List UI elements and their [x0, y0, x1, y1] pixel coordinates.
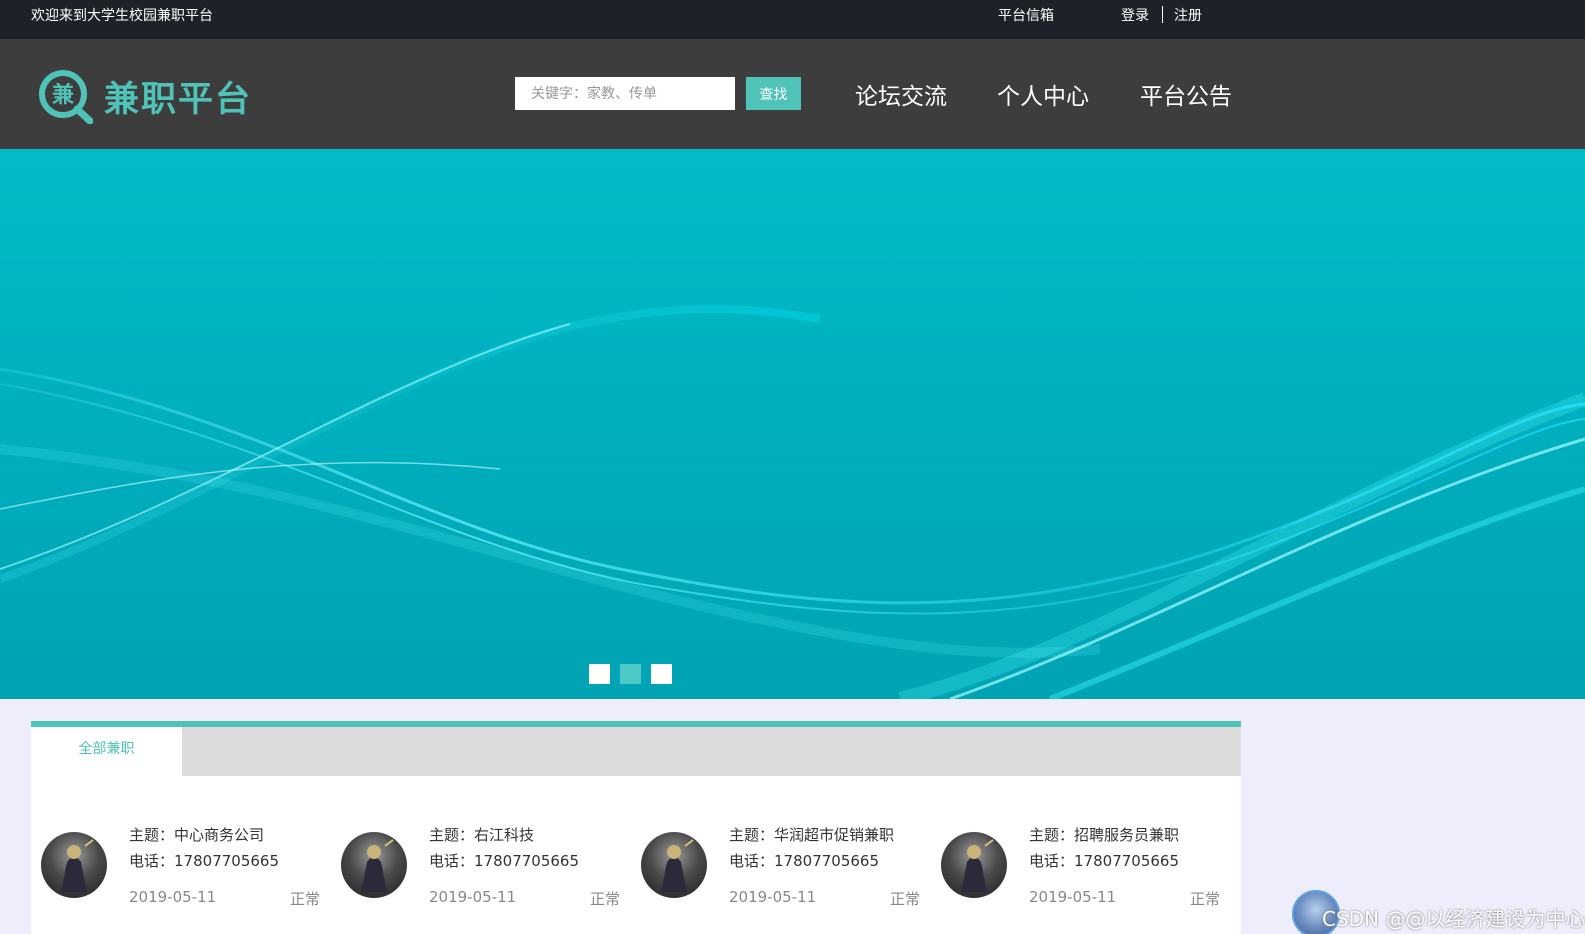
watermark-text: CSDN @@以经济建设为中心 — [1322, 907, 1585, 931]
top-bar: 欢迎来到大学生校园兼职平台 平台信箱 登录 注册 — [0, 0, 1585, 39]
header: 兼 兼职平台 查找 论坛交流 个人中心 平台公告 — [0, 39, 1585, 149]
carousel-dot-1[interactable] — [589, 664, 610, 684]
job-status: 正常 — [890, 890, 921, 908]
search-button[interactable]: 查找 — [746, 77, 801, 110]
tab-all-jobs[interactable]: 全部兼职 — [31, 727, 182, 776]
job-phone: 电话：17807705665 — [129, 852, 279, 870]
logo-magnifier-icon[interactable]: 兼 — [37, 68, 94, 125]
job-phone: 电话：17807705665 — [1029, 852, 1179, 870]
job-date: 2019-05-11 — [729, 888, 817, 906]
login-link[interactable]: 登录 — [1121, 5, 1149, 25]
banner-wave-graphic — [0, 305, 1585, 699]
job-date: 2019-05-11 — [129, 888, 217, 906]
nav-personal-center[interactable]: 个人中心 — [997, 77, 1089, 111]
carousel-dot-2[interactable] — [620, 664, 641, 684]
platform-mailbox-link[interactable]: 平台信箱 — [998, 5, 1054, 25]
avatar — [341, 832, 407, 898]
job-subject: 主题：中心商务公司 — [129, 826, 265, 844]
search-input[interactable] — [515, 77, 735, 110]
logo-text[interactable]: 兼职平台 — [104, 71, 252, 122]
job-card[interactable]: 主题：华润超市促销兼职 电话：17807705665 2019-05-11 正常 — [631, 817, 921, 927]
job-subject: 主题：右江科技 — [429, 826, 535, 844]
job-status: 正常 — [590, 890, 621, 908]
job-subject: 主题：华润超市促销兼职 — [729, 826, 895, 844]
job-card[interactable]: 主题：中心商务公司 电话：17807705665 2019-05-11 正常 — [31, 817, 321, 927]
nav-announcements[interactable]: 平台公告 — [1140, 77, 1232, 111]
job-date: 2019-05-11 — [1029, 888, 1117, 906]
job-subject: 主题：招聘服务员兼职 — [1029, 826, 1180, 844]
welcome-text: 欢迎来到大学生校园兼职平台 — [31, 8, 213, 24]
avatar — [641, 832, 707, 898]
avatar — [41, 832, 107, 898]
job-phone: 电话：17807705665 — [429, 852, 579, 870]
avatar — [941, 832, 1007, 898]
job-date: 2019-05-11 — [429, 888, 517, 906]
job-status: 正常 — [290, 890, 321, 908]
job-phone: 电话：17807705665 — [729, 852, 879, 870]
banner-carousel[interactable] — [0, 149, 1585, 699]
divider — [1162, 6, 1163, 23]
register-link[interactable]: 注册 — [1174, 5, 1202, 25]
carousel-dot-3[interactable] — [651, 664, 672, 684]
job-status: 正常 — [1190, 890, 1221, 908]
job-card[interactable]: 主题：右江科技 电话：17807705665 2019-05-11 正常 — [331, 817, 621, 927]
nav-forum[interactable]: 论坛交流 — [855, 77, 947, 111]
job-card[interactable]: 主题：招聘服务员兼职 电话：17807705665 2019-05-11 正常 — [931, 817, 1221, 927]
job-listings-panel: 全部兼职 主题：中心商务公司 电话：17807705665 2019-05-11… — [31, 721, 1241, 934]
tab-bar: 全部兼职 — [31, 727, 1241, 776]
logo-char: 兼 — [52, 82, 74, 108]
